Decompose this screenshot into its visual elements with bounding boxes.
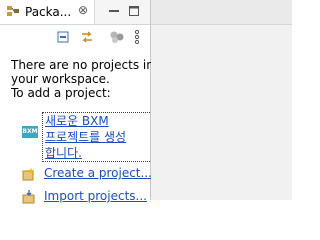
import-projects-link[interactable]: Import projects... xyxy=(44,189,147,203)
link-line: 프로젝트를 생성 xyxy=(45,130,127,144)
link-line: 새로운 BXM xyxy=(45,114,109,128)
create-bxm-project-link[interactable]: 새로운 BXM 프로젝트를 생성 합니다. xyxy=(42,112,154,162)
create-project-link[interactable]: Create a project... xyxy=(44,166,152,180)
maximize-icon[interactable] xyxy=(128,5,140,17)
focus-active-task-icon[interactable] xyxy=(108,29,126,45)
message-line: your workspace. xyxy=(11,72,110,86)
close-icon[interactable]: ⊗ xyxy=(77,4,89,16)
bxm-icon: BXM xyxy=(22,126,38,138)
package-explorer-view: Packa... ⊗ There are no projects in your… xyxy=(0,0,154,204)
package-explorer-icon xyxy=(7,6,19,16)
editor-area xyxy=(151,0,292,200)
minimize-icon[interactable] xyxy=(108,5,120,17)
tab-title: Packa... xyxy=(25,5,72,19)
empty-workspace-message: There are no projects in your workspace.… xyxy=(11,58,154,100)
new-project-icon xyxy=(22,168,34,181)
editor-area-header xyxy=(151,0,292,25)
tab-package-explorer[interactable]: Packa... ⊗ xyxy=(0,0,95,24)
message-line: To add a project: xyxy=(11,86,111,100)
message-line: There are no projects in xyxy=(11,58,154,72)
collapse-all-icon[interactable] xyxy=(55,29,71,45)
import-icon xyxy=(22,190,35,204)
link-line: 합니다. xyxy=(45,146,82,160)
link-with-editor-icon[interactable] xyxy=(79,29,95,45)
view-menu-icon[interactable] xyxy=(133,29,141,45)
view-tab-bar: Packa... ⊗ xyxy=(0,0,150,25)
